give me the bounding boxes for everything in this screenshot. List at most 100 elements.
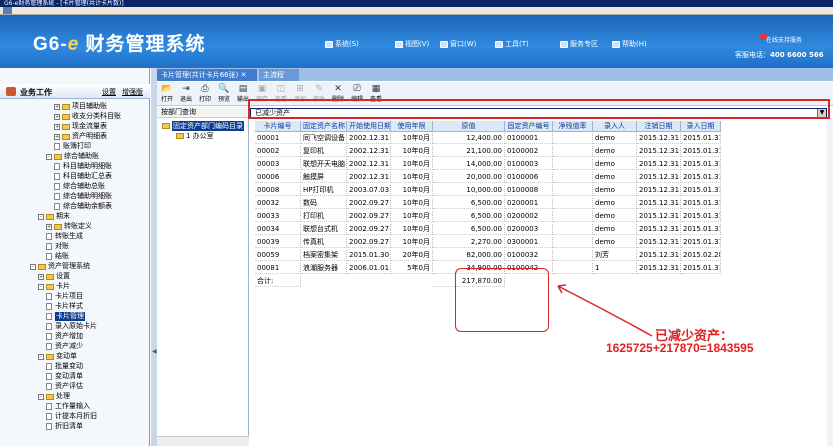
view-icon [395, 40, 403, 48]
tree-item[interactable]: 转账生成 [46, 232, 83, 241]
tree-item[interactable]: 变动清单 [46, 372, 83, 381]
expand-icon[interactable]: + [54, 123, 60, 130]
chevron-down-icon[interactable]: ▼ [817, 109, 826, 117]
table-row[interactable]: 00059 档案密集架 2015.01.30 20年0月 82,000.00 010003… [255, 250, 828, 261]
tab-main-flow[interactable]: 主流程 [259, 69, 299, 81]
tree-item[interactable]: + 资产明细表 [54, 132, 107, 141]
tree-item[interactable]: 账簿打印 [54, 142, 91, 151]
enhanced-link[interactable]: 增强版 [122, 87, 143, 97]
tree-item[interactable]: 批量变动 [46, 362, 83, 371]
nav-help[interactable]: 帮助(H) [612, 39, 647, 49]
expand-icon[interactable]: + [46, 223, 52, 230]
dept-tree-panel: 按部门查询 固定资产部门编码目录 1 办公室 [157, 107, 249, 446]
toolbar-label: 添加 [293, 96, 306, 103]
tree-item[interactable]: 卡片项目 [46, 292, 83, 301]
toolbar-delete-button[interactable]: ✕ 删除 [330, 84, 346, 104]
toolbar-open-button[interactable]: 📂 打开 [159, 84, 175, 104]
toolbar-print-button[interactable]: ⎙ 打印 [197, 84, 213, 104]
table-row[interactable]: 00034 联想台式机 2002.09.27 10年0月 6,500.00 0200003… [255, 224, 828, 235]
nav-system[interactable]: 系统(S) [325, 39, 359, 49]
tree-item[interactable]: 资产减少 [46, 342, 83, 351]
expand-icon[interactable]: + [54, 133, 60, 140]
toolbar-edit2-button[interactable]: ⎚ 编辑 [349, 84, 365, 104]
toolbar-view-button[interactable]: ◫ 查看 [273, 84, 289, 104]
table-row[interactable]: 00003 联想开天电脑 2002.12.31 10年0月 14,000.00 01000… [255, 159, 828, 170]
tree-item[interactable]: + 转账定义 [46, 222, 92, 231]
dept-query-label[interactable]: 按部门查询 [157, 107, 249, 118]
tree-item[interactable]: 卡片管理 [46, 312, 85, 321]
cell: 浪潮服务器 [301, 263, 347, 274]
toolbar-exit-button[interactable]: ⇥ 退出 [178, 84, 194, 104]
close-icon[interactable]: ✕ [241, 71, 247, 79]
tree-item[interactable]: 折旧清单 [46, 422, 83, 431]
tree-item[interactable]: 资产增加 [46, 332, 83, 341]
tree-item[interactable]: - 综合辅助账 [46, 152, 99, 161]
nav-view[interactable]: 视图(V) [395, 39, 429, 49]
tree-item[interactable]: 科目辅助明细账 [54, 162, 112, 171]
app-menu-icon[interactable] [3, 7, 12, 14]
expand-icon[interactable]: - [46, 153, 52, 160]
tree-item[interactable]: 计提本月折旧 [46, 412, 97, 421]
tree-item[interactable]: + 项目辅助账 [54, 102, 107, 111]
table-row[interactable]: 00008 HP打印机 2003.07.03 10年0月 10,000.00 010000… [255, 185, 828, 196]
filter-select[interactable]: 已减少资产 ▼ [250, 108, 827, 118]
toolbar-preview-button[interactable]: 🔍 预览 [216, 84, 232, 104]
toolbar-add-button[interactable]: ⊞ 添加 [292, 84, 308, 104]
tab-card-management[interactable]: 卡片管理(共计卡片66张) ✕ [157, 69, 257, 81]
tree-item[interactable]: + 现金流量表 [54, 122, 107, 131]
expand-icon[interactable]: - [38, 213, 44, 220]
document-icon [54, 183, 60, 190]
table-row[interactable]: 00039 传真机 2002.09.27 10年0月 2,270.00 0300001 de… [255, 237, 828, 248]
settings-link[interactable]: 设置 [102, 87, 116, 97]
tree-item[interactable]: - 期末 [38, 212, 70, 221]
table-row[interactable]: 00032 数码 2002.09.27 10年0月 6,500.00 0200001 dem… [255, 198, 828, 209]
cell: 0200003 [505, 224, 553, 235]
expand-icon[interactable]: + [54, 103, 60, 110]
toolbar-save-button[interactable]: ▣ 保存 [254, 84, 270, 104]
tree-item[interactable]: - 变动单 [38, 352, 77, 361]
toolbar-export-button[interactable]: ▤ 输出 [235, 84, 251, 104]
online-service-link[interactable]: 在线支持服务 [766, 35, 802, 44]
cell: 5年0月 [391, 263, 433, 274]
cell: 数码 [301, 198, 347, 209]
tree-item[interactable]: 科目辅助汇总表 [54, 172, 112, 181]
table-row[interactable]: 00081 浪潮服务器 2006.01.01 5年0月 34,900.00 0100042… [255, 263, 828, 274]
expand-icon[interactable]: + [38, 273, 44, 280]
nav-window[interactable]: 窗口(W) [440, 39, 476, 49]
tree-item[interactable]: 对账 [46, 242, 69, 251]
horizontal-scrollbar[interactable] [157, 436, 249, 446]
dept-node[interactable]: 1 办公室 [176, 131, 214, 141]
expand-icon[interactable]: - [30, 263, 36, 270]
expand-icon[interactable]: - [38, 393, 44, 400]
tree-item[interactable]: - 资产管理系统 [30, 262, 90, 271]
tree-item[interactable]: 综合辅助总账 [54, 182, 105, 191]
tree-item[interactable]: 综合辅助明细账 [54, 192, 112, 201]
table-row[interactable]: 00001 同飞空调设备 2002.12.31 10年0月 12,400.00 01000… [255, 133, 828, 144]
expand-icon[interactable]: - [38, 353, 44, 360]
document-icon [46, 293, 52, 300]
expand-icon[interactable]: + [54, 113, 60, 120]
tree-item[interactable]: 结账 [46, 252, 69, 261]
table-row[interactable]: 00006 触摸屏 2002.12.31 10年0月 20,000.00 0100006 d… [255, 172, 828, 183]
expand-icon[interactable]: - [38, 283, 44, 290]
nav-tools[interactable]: 工具(T) [495, 39, 529, 49]
table-row[interactable]: 00002 复印机 2002.12.31 10年0月 21,100.00 0100002 d… [255, 146, 828, 157]
tree-item[interactable]: + 收支分类科目账 [54, 112, 121, 121]
tree-item[interactable]: - 处理 [38, 392, 70, 401]
collapse-arrow-icon[interactable]: ◀ [152, 348, 157, 355]
cell: demo [593, 146, 637, 157]
toolbar-view2-button[interactable]: ▦ 查看 [368, 84, 384, 104]
tree-item[interactable]: - 卡片 [38, 282, 70, 291]
nav-service[interactable]: 服务专区 [560, 39, 598, 49]
tree-item[interactable]: 卡片样式 [46, 302, 83, 311]
dept-node[interactable]: 固定资产部门编码目录 [162, 121, 244, 131]
document-icon [46, 423, 52, 430]
tree-item[interactable]: + 设置 [38, 272, 70, 281]
grid-header[interactable]: 卡片编号 固定资产名称 开始使用日期 使用年限 原值 固定资产编号 净残值率 录入人 注销日期录… [255, 121, 828, 132]
tree-item[interactable]: 录入原始卡片 [46, 322, 97, 331]
tree-item[interactable]: 工作量输入 [46, 402, 90, 411]
toolbar-edit-button[interactable]: ✎ 修改 [311, 84, 327, 104]
tree-item[interactable]: 综合辅助余额表 [54, 202, 112, 211]
table-row[interactable]: 00033 打印机 2002.09.27 10年0月 6,500.00 0200002 de… [255, 211, 828, 222]
tree-item[interactable]: 资产评估 [46, 382, 83, 391]
